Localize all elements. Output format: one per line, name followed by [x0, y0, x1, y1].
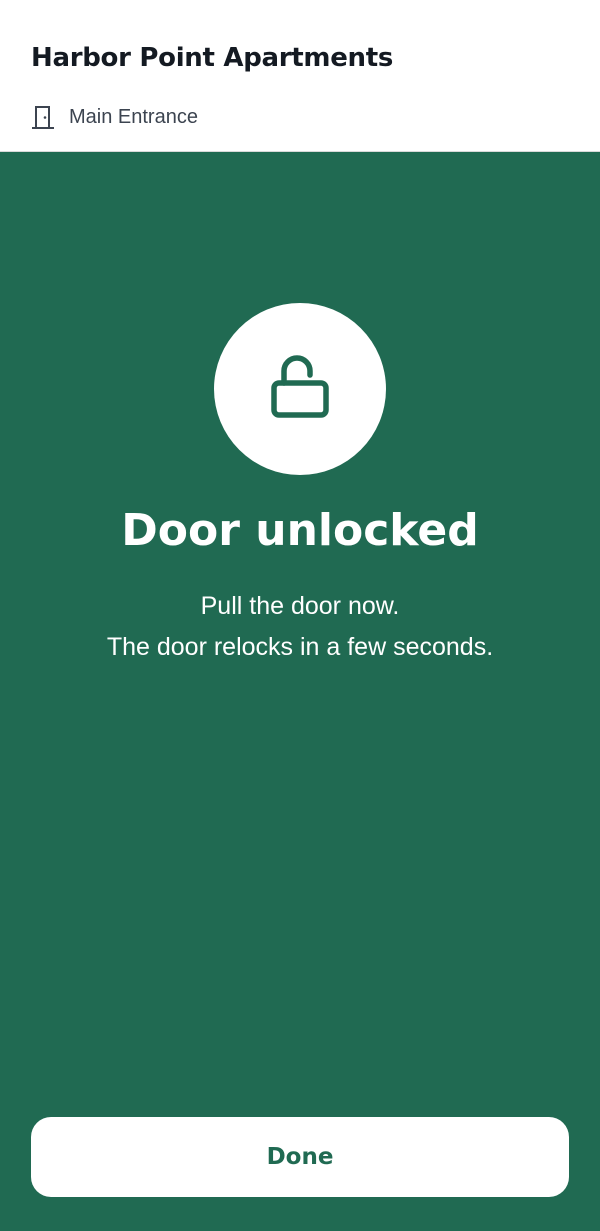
app-header: Harbor Point Apartments Main Entrance	[0, 0, 600, 152]
entrance-label: Main Entrance	[69, 105, 198, 128]
unlock-status-panel: Door unlocked Pull the door now. The doo…	[0, 152, 600, 1231]
door-icon	[32, 105, 54, 129]
lock-status-circle	[214, 303, 386, 475]
relock-notice-text: The door relocks in a few seconds.	[106, 633, 494, 661]
building-name: Harbor Point Apartments	[31, 43, 394, 73]
unlocked-padlock-icon	[268, 351, 332, 428]
done-button[interactable]: Done	[31, 1117, 569, 1197]
status-title: Door unlocked	[121, 505, 479, 556]
instruction-text: Pull the door now.	[200, 592, 400, 620]
entrance-info: Main Entrance	[32, 103, 198, 131]
